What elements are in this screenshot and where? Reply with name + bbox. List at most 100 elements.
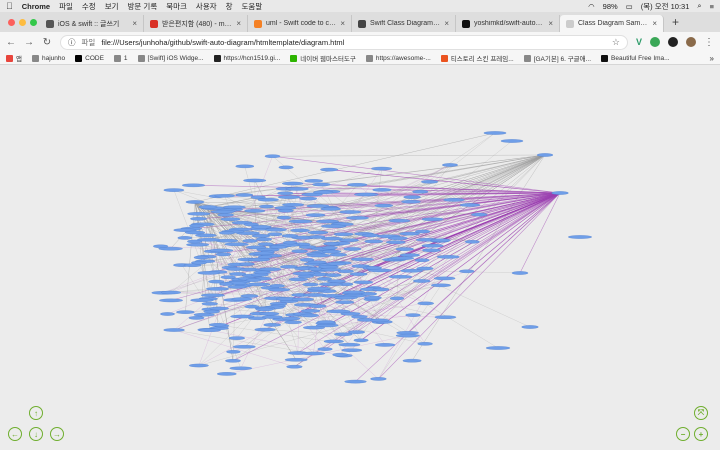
class-node[interactable] bbox=[300, 309, 321, 313]
class-node[interactable] bbox=[177, 236, 193, 240]
class-node[interactable] bbox=[483, 131, 507, 135]
class-node[interactable] bbox=[269, 245, 288, 249]
class-node[interactable] bbox=[313, 190, 334, 195]
class-node[interactable] bbox=[320, 167, 339, 172]
class-node[interactable] bbox=[405, 313, 421, 317]
class-node[interactable] bbox=[417, 301, 434, 306]
class-node[interactable] bbox=[334, 332, 353, 337]
class-node[interactable] bbox=[350, 257, 374, 262]
class-diagram-network[interactable] bbox=[0, 65, 720, 450]
class-node[interactable] bbox=[306, 204, 330, 208]
class-node[interactable] bbox=[344, 379, 367, 384]
class-node[interactable] bbox=[568, 235, 592, 239]
class-node[interactable] bbox=[251, 225, 272, 229]
class-node[interactable] bbox=[257, 242, 274, 246]
class-node[interactable] bbox=[304, 179, 324, 183]
class-node[interactable] bbox=[206, 287, 229, 291]
class-node[interactable] bbox=[215, 252, 232, 257]
apple-icon[interactable]:  bbox=[6, 1, 13, 11]
bookmark-item[interactable]: Beautiful Free Ima... bbox=[601, 53, 670, 63]
class-node[interactable] bbox=[387, 236, 408, 240]
class-node[interactable] bbox=[433, 276, 456, 281]
menu-file[interactable]: 파일 bbox=[59, 1, 73, 12]
class-node[interactable] bbox=[335, 300, 355, 304]
class-node[interactable] bbox=[388, 218, 411, 223]
class-node[interactable] bbox=[365, 266, 382, 270]
class-node[interactable] bbox=[210, 209, 235, 214]
zoom-in-button[interactable]: + bbox=[694, 427, 708, 441]
class-node[interactable] bbox=[193, 255, 209, 260]
class-node[interactable] bbox=[292, 271, 315, 276]
class-node[interactable] bbox=[333, 232, 354, 236]
new-tab-button[interactable]: + bbox=[664, 15, 687, 32]
class-node[interactable] bbox=[264, 154, 281, 158]
class-node[interactable] bbox=[364, 239, 384, 244]
class-node[interactable] bbox=[395, 247, 414, 251]
class-node[interactable] bbox=[282, 240, 298, 245]
menu-bookmarks[interactable]: 북마크 bbox=[166, 1, 187, 12]
class-node[interactable] bbox=[282, 181, 304, 186]
class-node[interactable] bbox=[197, 271, 221, 275]
class-node[interactable] bbox=[223, 205, 246, 209]
class-node[interactable] bbox=[281, 234, 299, 238]
class-node[interactable] bbox=[160, 312, 175, 316]
class-node[interactable] bbox=[201, 293, 225, 298]
class-node[interactable] bbox=[220, 217, 241, 221]
class-node[interactable] bbox=[320, 224, 346, 228]
class-node[interactable] bbox=[370, 377, 387, 381]
class-node[interactable] bbox=[258, 267, 282, 272]
class-node[interactable] bbox=[235, 193, 254, 197]
class-node[interactable] bbox=[302, 282, 319, 287]
class-node[interactable] bbox=[246, 282, 271, 287]
class-node[interactable] bbox=[390, 256, 415, 260]
class-node[interactable] bbox=[551, 191, 569, 195]
class-node[interactable] bbox=[459, 203, 481, 207]
tab-3[interactable]: Swift Class Diagrams and × bbox=[352, 15, 456, 32]
class-node[interactable] bbox=[370, 318, 390, 323]
class-node[interactable] bbox=[229, 366, 253, 371]
tab-5[interactable]: Class Diagram Sample × bbox=[560, 15, 664, 32]
class-node[interactable] bbox=[308, 304, 327, 308]
class-node[interactable] bbox=[320, 267, 342, 272]
diagram-canvas[interactable]: ↑ ← ↓ → ⤧ − + bbox=[0, 65, 720, 450]
class-node[interactable] bbox=[290, 228, 310, 233]
tab-0[interactable]: iOS & swift :: 글쓰기 × bbox=[40, 15, 144, 32]
bookmark-item[interactable]: CODE bbox=[75, 53, 104, 63]
class-node[interactable] bbox=[414, 258, 430, 262]
class-node[interactable] bbox=[244, 209, 266, 213]
class-node[interactable] bbox=[308, 267, 323, 271]
bookmark-star-icon[interactable]: ☆ bbox=[612, 37, 620, 48]
class-node[interactable] bbox=[220, 275, 236, 279]
class-node[interactable] bbox=[240, 294, 259, 298]
class-node[interactable] bbox=[230, 314, 255, 319]
bookmark-item[interactable]: 1 bbox=[113, 53, 128, 63]
class-node[interactable] bbox=[276, 215, 292, 220]
class-node[interactable] bbox=[442, 163, 458, 167]
class-node[interactable] bbox=[389, 296, 405, 301]
class-node[interactable] bbox=[261, 315, 283, 319]
class-node[interactable] bbox=[186, 242, 210, 247]
class-node[interactable] bbox=[277, 208, 294, 213]
info-icon[interactable]: ⓘ bbox=[68, 37, 76, 48]
pan-right-button[interactable]: → bbox=[50, 427, 64, 441]
class-node[interactable] bbox=[317, 347, 333, 351]
bookmark-item[interactable]: [GA기본] 6. 구글애... bbox=[523, 53, 591, 63]
class-node[interactable] bbox=[511, 271, 529, 275]
class-node[interactable] bbox=[338, 342, 361, 347]
vue-devtools-icon[interactable]: V bbox=[636, 37, 642, 47]
class-node[interactable] bbox=[232, 345, 256, 349]
bookmark-item[interactable]: https://hcn1519.gi... bbox=[213, 53, 280, 63]
class-node[interactable] bbox=[198, 205, 218, 209]
class-node[interactable] bbox=[317, 277, 332, 281]
class-node[interactable] bbox=[434, 315, 457, 319]
class-node[interactable] bbox=[209, 306, 229, 311]
tab-close-icon[interactable]: × bbox=[340, 19, 345, 28]
class-node[interactable] bbox=[257, 197, 279, 202]
class-node[interactable] bbox=[471, 212, 488, 217]
class-node[interactable] bbox=[298, 245, 317, 249]
class-node[interactable] bbox=[403, 195, 421, 199]
class-node[interactable] bbox=[196, 238, 221, 242]
class-node[interactable] bbox=[521, 325, 539, 329]
class-node[interactable] bbox=[184, 230, 206, 235]
class-node[interactable] bbox=[303, 325, 325, 330]
